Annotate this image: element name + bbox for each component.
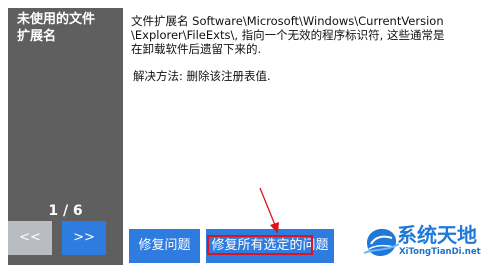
watermark-logo: 系统天地 XiTongTianDi.net [363,223,483,265]
issue-description: 文件扩展名 Software\Microsoft\Windows\Current… [131,14,445,56]
watermark-title: 系统天地 [397,223,477,247]
annotation-highlight-box [207,235,313,255]
fix-issue-button[interactable]: 修复问题 [129,229,200,263]
issue-solution: 解决方法: 删除该注册表值. [133,69,271,83]
annotation-arrow-icon [259,187,279,234]
next-issue-button[interactable]: >> [62,221,106,255]
previous-issue-button[interactable]: << [8,221,52,255]
watermark-url: XiTongTianDi.net [399,247,481,257]
globe-logo-icon [363,228,399,256]
issue-title: 未使用的文件 扩展名 [17,12,96,44]
issue-counter: 1 / 6 [48,203,83,219]
